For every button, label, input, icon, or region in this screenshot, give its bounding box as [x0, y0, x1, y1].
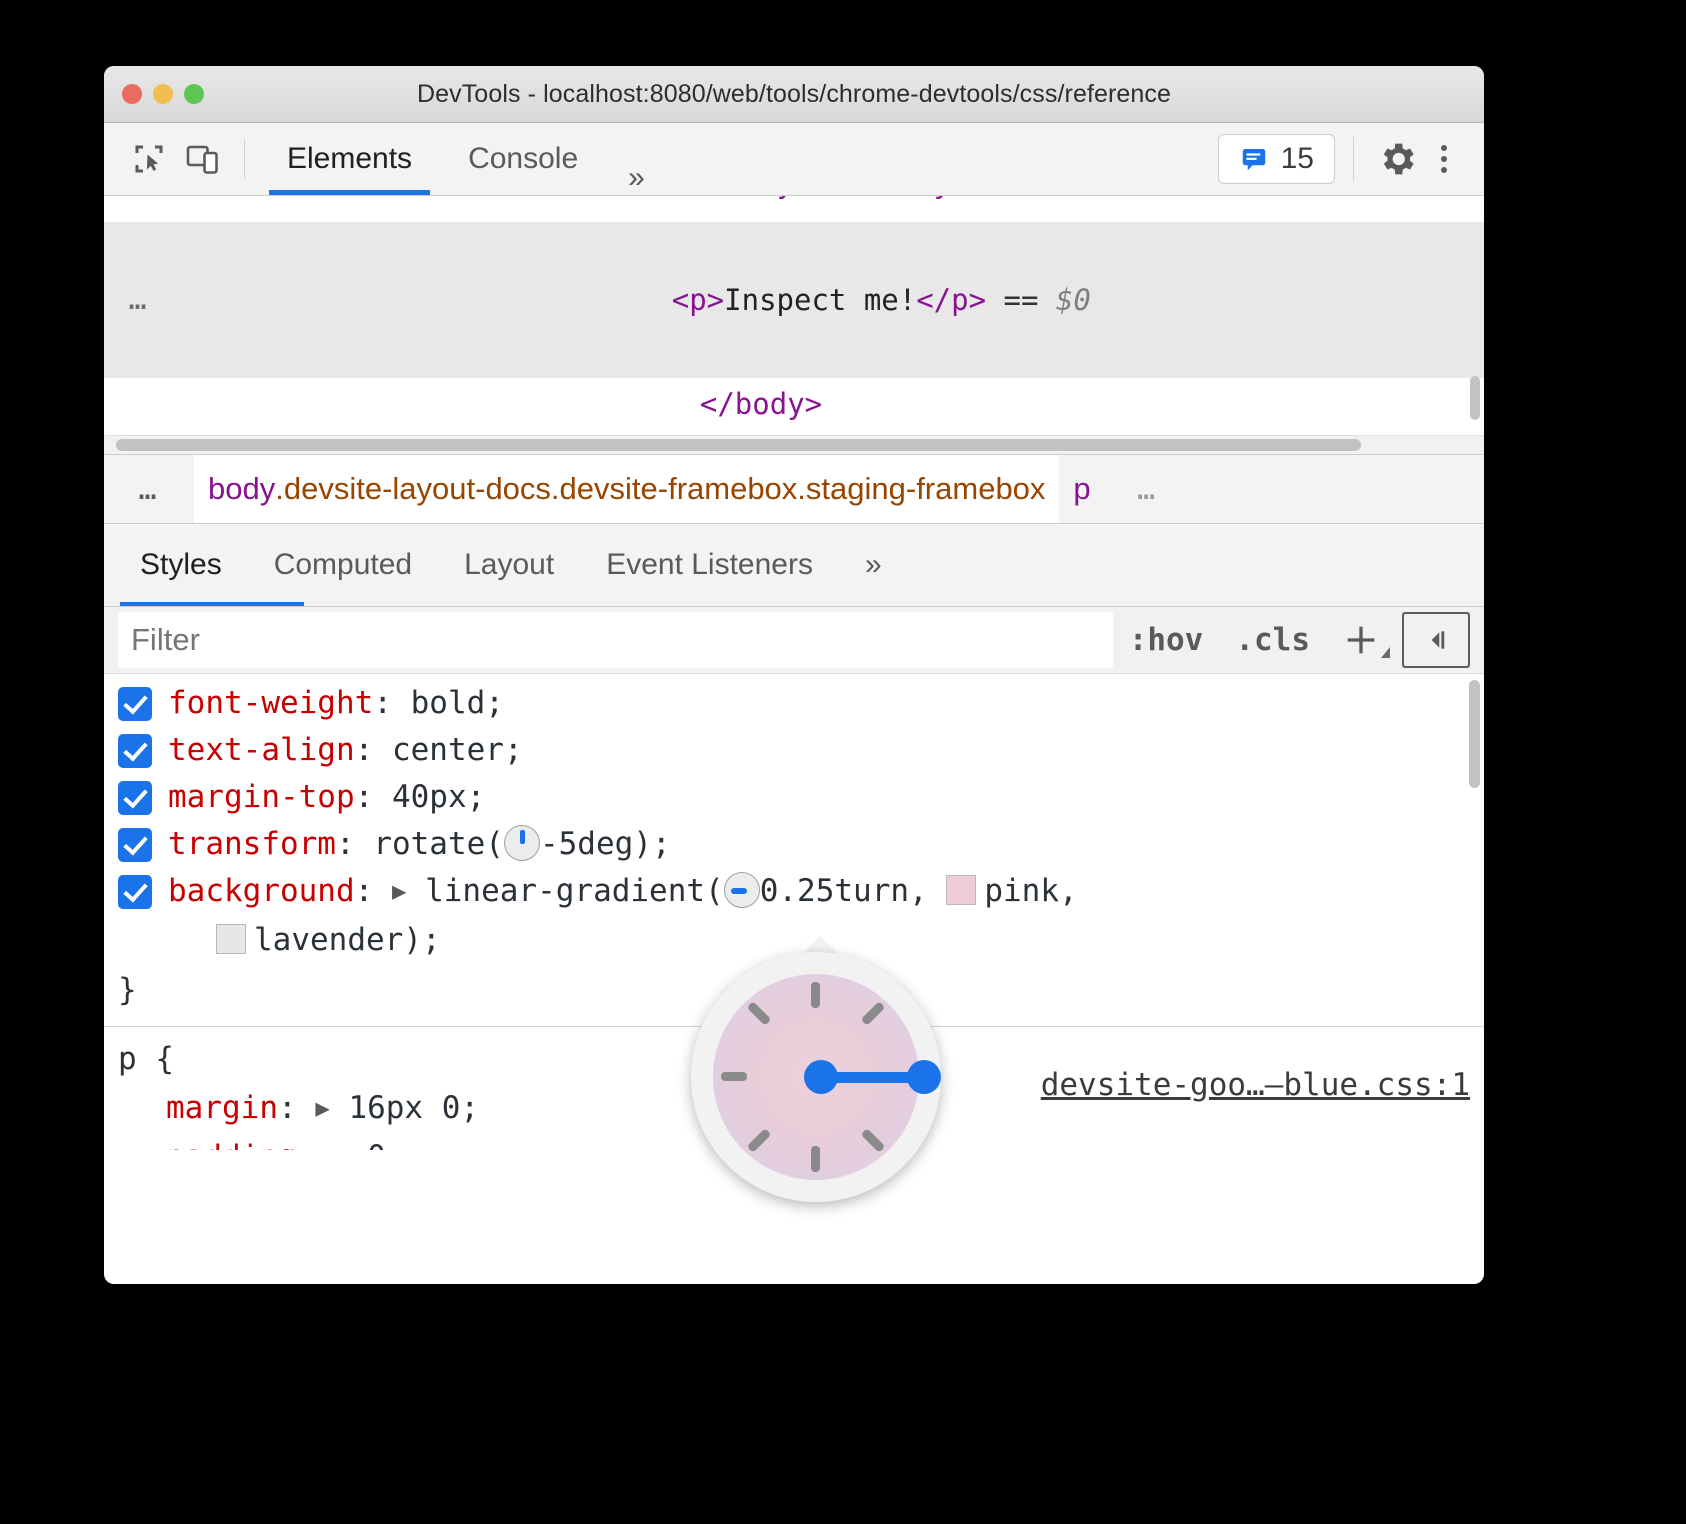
value-prefix: rotate( [373, 826, 504, 862]
declaration-background[interactable]: background: ▶ linear-gradient(0.25turn, … [104, 868, 1484, 964]
property-name[interactable]: text-align [168, 732, 355, 768]
declaration-checkbox[interactable] [118, 875, 152, 909]
value-suffix[interactable]: -5deg); [540, 826, 671, 862]
color-swatch-lavender[interactable] [216, 924, 246, 954]
minimize-window-button[interactable] [153, 84, 173, 104]
screenshot-root: DevTools - localhost:8080/web/tools/chro… [0, 0, 1686, 1524]
declaration-checkbox[interactable] [118, 828, 152, 862]
more-tabs-icon[interactable]: » [606, 161, 667, 195]
inspect-element-icon[interactable] [122, 133, 176, 185]
plus-dropdown-triangle-icon [1381, 647, 1390, 658]
hov-toggle-button[interactable]: :hov [1113, 622, 1220, 658]
declaration-padding[interactable]: padding: ▶ 0; [104, 1134, 1484, 1150]
dom-close-tag: </p> [916, 283, 986, 317]
breadcrumb-node-classes: .devsite-layout-docs.devsite-framebox.st… [275, 471, 1045, 507]
breadcrumb-leading-dots[interactable]: … [104, 472, 194, 507]
color-swatch-pink[interactable] [946, 875, 976, 905]
collapse-sidebar-icon[interactable] [1402, 612, 1470, 668]
property-value[interactable]: bold; [411, 685, 504, 721]
value-mid[interactable]: 0.25turn, [760, 873, 947, 909]
property-name[interactable]: font-weight [168, 685, 373, 721]
dom-horizontal-scrollbar[interactable] [104, 435, 1484, 454]
tab-elements[interactable]: Elements [259, 123, 440, 195]
dom-tree-panel[interactable]: <style>…</style> … <p>Inspect me!</p> ==… [104, 196, 1484, 454]
more-pane-tabs-icon[interactable]: » [839, 524, 908, 606]
breadcrumb: … body.devsite-layout-docs.devsite-frame… [104, 454, 1484, 524]
dom-horizontal-scroll-thumb[interactable] [116, 439, 1361, 451]
filter-input[interactable] [118, 612, 1113, 668]
declaration-margin-top[interactable]: margin-top: 40px; [104, 774, 1484, 821]
declaration-text-align[interactable]: text-align: center; [104, 727, 1484, 774]
console-message-count-button[interactable]: 15 [1218, 134, 1335, 184]
property-value[interactable]: 40px; [392, 779, 485, 815]
new-style-rule-button[interactable] [1326, 620, 1396, 660]
gear-icon[interactable] [1372, 134, 1422, 184]
property-value[interactable]: 0; [367, 1139, 404, 1150]
tab-styles[interactable]: Styles [114, 524, 248, 606]
dom-eq: == [986, 283, 1056, 317]
declaration-checkbox[interactable] [118, 781, 152, 815]
maximize-window-button[interactable] [184, 84, 204, 104]
message-count-label: 15 [1281, 142, 1314, 176]
toolbar-right-group: 15 [1218, 134, 1466, 184]
angle-picker-icon[interactable] [504, 825, 540, 861]
value-prefix: linear-gradient( [425, 873, 724, 909]
device-toolbar-icon[interactable] [176, 133, 230, 185]
property-name[interactable]: transform [168, 826, 336, 862]
kebab-menu-icon[interactable] [1422, 134, 1466, 184]
declaration-font-weight[interactable]: font-weight: bold; [104, 680, 1484, 727]
styles-filter-bar: :hov .cls [104, 607, 1484, 674]
expand-arrow-icon[interactable]: ▶ [334, 1134, 348, 1150]
color-name-pink[interactable]: pink, [984, 873, 1077, 909]
close-window-button[interactable] [122, 84, 142, 104]
tab-event-listeners[interactable]: Event Listeners [580, 524, 839, 606]
property-name[interactable]: background [168, 873, 355, 909]
expand-arrow-icon[interactable]: ▶ [315, 1085, 329, 1132]
breadcrumb-node-name-p: p [1073, 471, 1090, 507]
toolbar-divider [244, 139, 245, 179]
dom-vertical-scrollbar[interactable] [1470, 376, 1480, 420]
breadcrumb-item-p[interactable]: p [1059, 455, 1104, 523]
styles-rules-panel[interactable]: font-weight: bold; text-align: center; m… [104, 674, 1484, 1150]
tab-computed[interactable]: Computed [248, 524, 438, 606]
breadcrumb-node-name: body [208, 471, 275, 507]
declaration-checkbox[interactable] [118, 687, 152, 721]
dom-ref-label: $0 [1056, 283, 1091, 317]
window-title: DevTools - localhost:8080/web/tools/chro… [104, 80, 1484, 109]
property-value[interactable]: 16px 0; [348, 1090, 479, 1126]
rule-close-brace: } [104, 964, 1484, 1016]
message-icon [1239, 144, 1269, 174]
stylesheet-source-link[interactable]: devsite-goo…–blue.css:1 [1041, 1067, 1470, 1103]
style-rule-p: p { devsite-goo…–blue.css:1 margin: ▶ 16… [104, 1026, 1484, 1150]
property-name[interactable]: margin [166, 1090, 278, 1126]
dom-expand-dots[interactable]: … [104, 274, 174, 326]
breadcrumb-trailing-dots[interactable]: … [1105, 472, 1191, 507]
panel-bottom-filler [104, 1150, 1484, 1190]
turn-picker-icon[interactable] [724, 872, 760, 908]
declaration-checkbox[interactable] [118, 734, 152, 768]
toolbar-divider-2 [1353, 137, 1354, 181]
property-name[interactable]: padding [166, 1139, 297, 1150]
dom-open-tag: <p> [672, 283, 724, 317]
color-name-lavender[interactable]: lavender); [254, 922, 441, 958]
property-name[interactable]: margin-top [168, 779, 355, 815]
panel-tabs: Elements Console » [259, 123, 667, 195]
window-title-bar: DevTools - localhost:8080/web/tools/chro… [104, 66, 1484, 123]
dom-text-node: Inspect me! [724, 283, 916, 317]
devtools-window: DevTools - localhost:8080/web/tools/chro… [104, 66, 1484, 1284]
tab-console[interactable]: Console [440, 123, 606, 195]
styles-pane-tabs: Styles Computed Layout Event Listeners » [104, 524, 1484, 607]
devtools-toolbar: Elements Console » 15 [104, 123, 1484, 196]
plus-icon [1341, 620, 1381, 660]
traffic-lights[interactable] [122, 66, 204, 122]
breadcrumb-item-body[interactable]: body.devsite-layout-docs.devsite-framebo… [194, 455, 1059, 523]
tab-layout[interactable]: Layout [438, 524, 580, 606]
dom-line-selected[interactable]: … <p>Inspect me!</p> == $0 [104, 222, 1484, 378]
dom-line-body-close[interactable]: </body> [104, 378, 1484, 430]
style-rule-inline: font-weight: bold; text-align: center; m… [104, 674, 1484, 1026]
declaration-transform[interactable]: transform: rotate(-5deg); [104, 821, 1484, 868]
expand-arrow-icon[interactable]: ▶ [392, 868, 406, 915]
cls-toggle-button[interactable]: .cls [1219, 622, 1326, 658]
property-value[interactable]: center; [392, 732, 523, 768]
